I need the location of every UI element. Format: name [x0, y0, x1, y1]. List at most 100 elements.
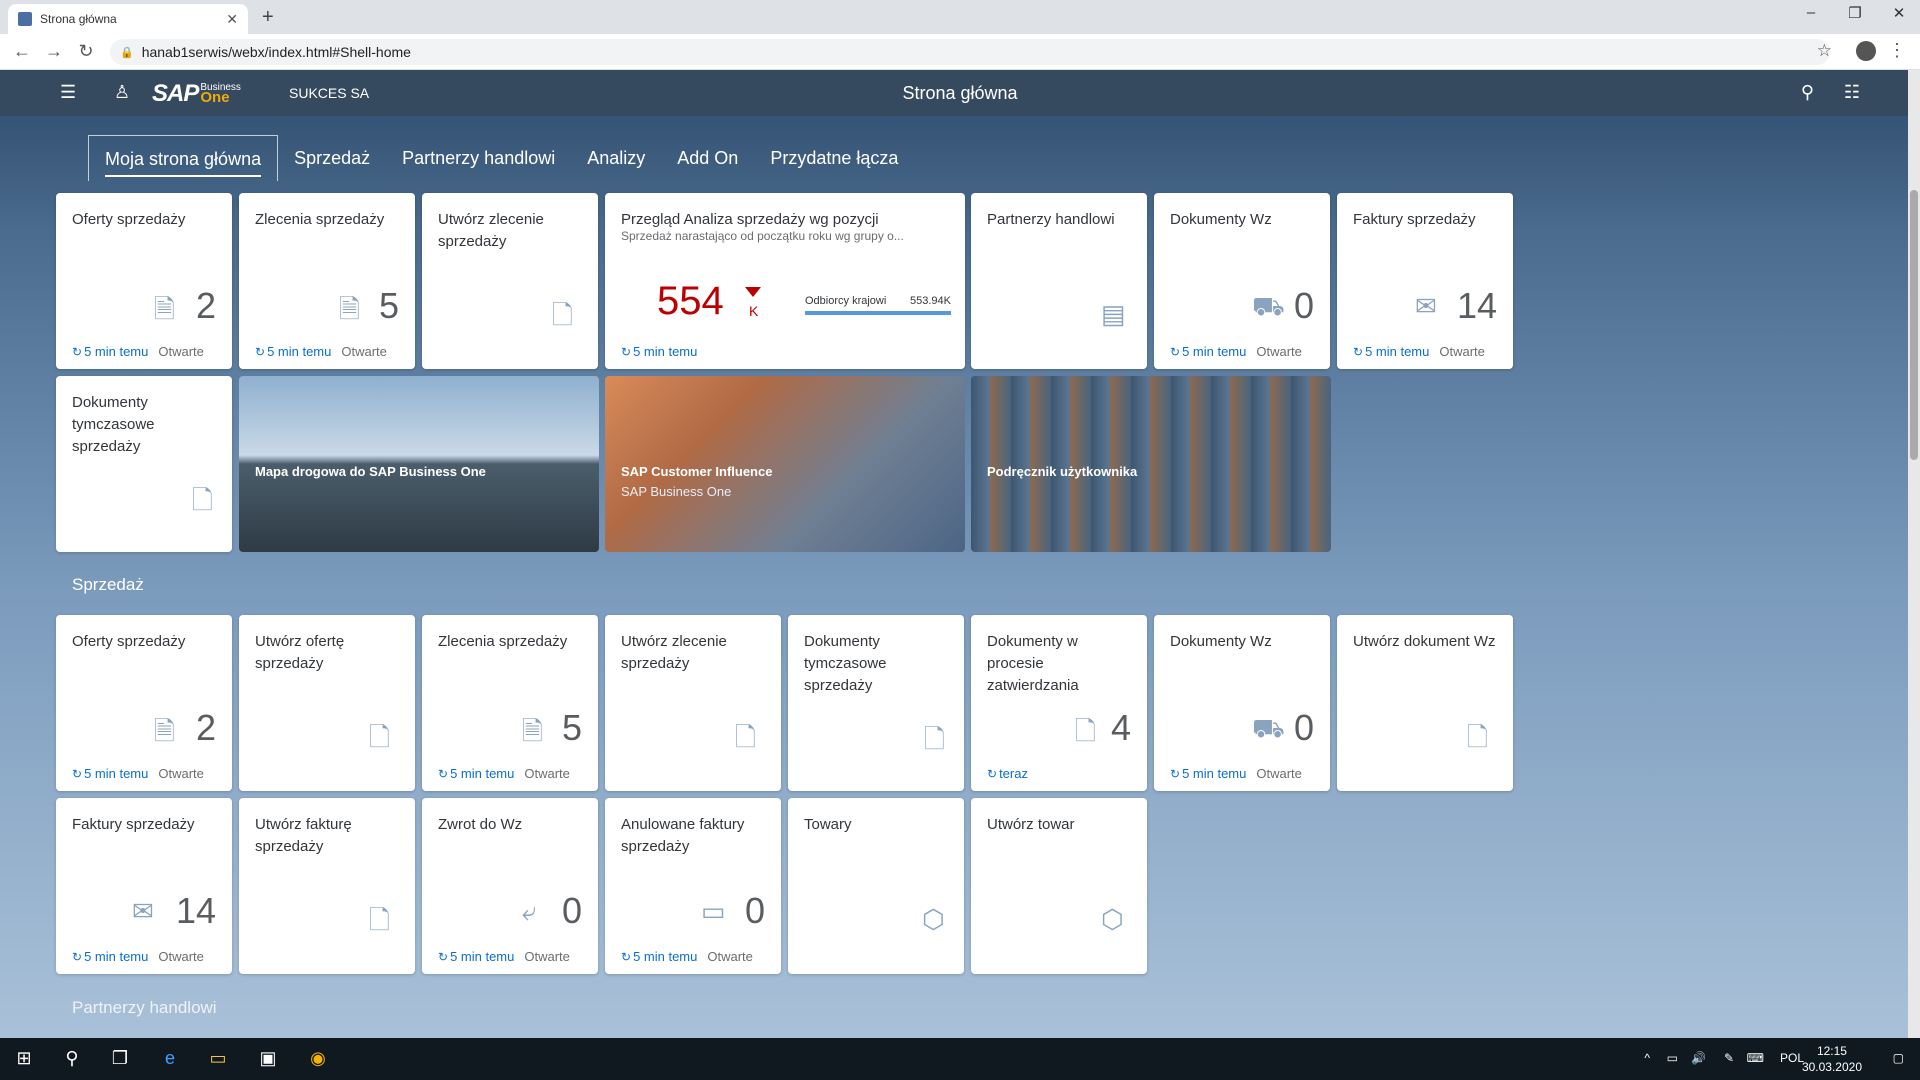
tile-title: Dokumenty Wz	[1170, 633, 1272, 650]
edge-browser-icon[interactable]: e	[158, 1048, 182, 1069]
menu-kebab-icon[interactable]: ⋮	[1888, 40, 1906, 61]
tile-title: Utwórz zlecenie sprzedaży	[621, 633, 727, 672]
tray-chevron-icon[interactable]: ^	[1644, 1051, 1650, 1065]
lock-icon: 🔒	[120, 46, 134, 59]
tile-user-guide[interactable]: Podręcznik użytkownika	[971, 376, 1331, 552]
refresh-text: 5 min temu	[84, 766, 149, 781]
truck-icon: ⛟	[1252, 291, 1285, 321]
kpi-bar	[805, 311, 951, 315]
forward-icon[interactable]: →	[42, 41, 66, 62]
tile-sales-orders[interactable]: Zlecenia sprzedaży 🗎 5 ↻ 5 min temu Otwart…	[239, 193, 415, 369]
tile-sales-orders[interactable]: Zlecenia sprzedaży 🗎 5 ↻ 5 min temu Otwart…	[422, 615, 598, 791]
url-text: hanab1serwis/webx/index.html#Shell-home	[141, 44, 411, 60]
refresh-text: 5 min temu	[633, 344, 698, 359]
bookmark-star-icon[interactable]: ☆	[1817, 41, 1832, 61]
pen-icon[interactable]: ✎	[1724, 1051, 1734, 1065]
tile-customer-influence[interactable]: SAP Customer Influence SAP Business One	[605, 376, 965, 552]
add-document-icon: 🗋	[369, 905, 390, 935]
new-tab-icon[interactable]: +	[262, 6, 274, 29]
refresh-icon: ↻	[438, 767, 449, 781]
bar-value: 553.94K	[910, 295, 951, 307]
tile-items[interactable]: Towary ⬡	[788, 798, 964, 974]
tile-invoices[interactable]: Faktury sprzedaży ✉ 14 ↻ 5 min temu Otwart…	[56, 798, 232, 974]
tile-title: Utwórz zlecenie sprzedaży	[438, 211, 544, 250]
tile-returns[interactable]: Zwrot do Wz ⤶ 0 ↻ 5 min temu Otwarte	[422, 798, 598, 974]
tile-deliveries[interactable]: Dokumenty Wz ⛟ 0 ↻ 5 min temu Otwarte	[1154, 193, 1330, 369]
minimize-icon[interactable]: –	[1796, 4, 1826, 21]
tile-subcaption: SAP Business One	[621, 484, 732, 499]
tab-sales[interactable]: Sprzedaż	[278, 135, 386, 181]
tile-draft-documents[interactable]: Dokumenty tymczasowe sprzedaży 🗋	[788, 615, 964, 791]
launchpad: ☰ ♙ SAP Business One SUKCES SA Strona głó…	[0, 70, 1920, 1038]
refresh-icon: ↻	[1353, 345, 1364, 359]
account-icon[interactable]	[1856, 41, 1876, 61]
tile-title: Dokumenty w procesie zatwierdzania	[987, 633, 1079, 694]
refresh-icon: ↻	[1170, 767, 1181, 781]
tile-create-delivery[interactable]: Utwórz dokument Wz 🗋	[1337, 615, 1513, 791]
add-document-icon: 🗋	[552, 300, 573, 330]
tile-count: 0	[1293, 285, 1314, 326]
tile-create-sales-order[interactable]: Utwórz zlecenie sprzedaży 🗋	[605, 615, 781, 791]
reload-icon[interactable]: ↻	[74, 41, 98, 62]
tile-business-partners[interactable]: Partnerzy handlowi ▤	[971, 193, 1147, 369]
back-icon[interactable]: ←	[10, 41, 34, 62]
tile-title: Towary	[804, 816, 852, 833]
windows-taskbar: ⊞ ⚲ ❐ e ▭ ▣ ◉ ^ ▭ 🔊 ✎ ⌨ POL 12:15 30.03.…	[0, 1038, 1920, 1080]
tile-sales-analysis[interactable]: Przegląd Analiza sprzedaży wg pozycji Sp…	[605, 193, 965, 369]
tab-partners[interactable]: Partnerzy handlowi	[386, 135, 571, 181]
tile-create-sales-order[interactable]: Utwórz zlecenie sprzedaży 🗋	[422, 193, 598, 369]
tile-sales-quotations[interactable]: Oferty sprzedaży 🗎 2 ↻ 5 min temu Otwarte	[56, 193, 232, 369]
browser-tab[interactable]: Strona główna ✕	[8, 4, 248, 34]
keyboard-icon[interactable]: ⌨	[1747, 1051, 1764, 1065]
notifications-icon[interactable]: ☷	[1844, 82, 1860, 103]
status-text: Otwarte	[1256, 766, 1302, 781]
close-window-icon[interactable]: ✕	[1884, 4, 1914, 22]
tab-analytics[interactable]: Analizy	[571, 135, 661, 181]
close-tab-icon[interactable]: ✕	[226, 11, 238, 28]
tile-create-invoice[interactable]: Utwórz fakturę sprzedaży 🗋	[239, 798, 415, 974]
language-indicator[interactable]: POL	[1780, 1051, 1804, 1065]
refresh-text: 5 min temu	[84, 949, 149, 964]
task-view-icon[interactable]: ❐	[108, 1048, 132, 1069]
browser-tabstrip: Strona główna ✕ + – ❐ ✕	[0, 0, 1920, 34]
volume-icon[interactable]: 🔊	[1691, 1051, 1706, 1065]
refresh-icon: ↻	[72, 345, 83, 359]
page-scrollbar[interactable]	[1908, 70, 1920, 1038]
tile-sales-quotations[interactable]: Oferty sprzedaży 🗎 2 ↻ 5 min temu Otwarte	[56, 615, 232, 791]
url-field[interactable]: 🔒 hanab1serwis/webx/index.html#Shell-hom…	[110, 39, 1830, 65]
tile-cancelled-invoices[interactable]: Anulowane faktury sprzedaży ▭ 0 ↻ 5 min t…	[605, 798, 781, 974]
tab-links[interactable]: Przydatne łącza	[754, 135, 914, 181]
windows-start-icon[interactable]: ⊞	[12, 1048, 36, 1069]
scrollbar-thumb[interactable]	[1910, 190, 1918, 460]
tile-title: Dokumenty tymczasowe sprzedaży	[804, 633, 887, 694]
tile-count: 2	[195, 285, 216, 326]
tile-count: 4	[1110, 707, 1131, 748]
tile-invoices[interactable]: Faktury sprzedaży ✉ 14 ↻ 5 min temu Otwart…	[1337, 193, 1513, 369]
add-document-icon: 🗋	[1467, 722, 1488, 752]
tile-caption: Mapa drogowa do SAP Business One	[255, 464, 486, 479]
tile-title: Oferty sprzedaży	[72, 633, 186, 650]
tile-create-item[interactable]: Utwórz towar ⬡	[971, 798, 1147, 974]
tile-count: 5	[378, 285, 399, 326]
tile-create-quotation[interactable]: Utwórz ofertę sprzedaży 🗋	[239, 615, 415, 791]
tab-addon[interactable]: Add On	[661, 135, 754, 181]
tile-title: Dokumenty Wz	[1170, 211, 1272, 228]
chrome-icon[interactable]: ◉	[306, 1048, 330, 1069]
tile-approval-documents[interactable]: Dokumenty w procesie zatwierdzania 🗋 4 ↻…	[971, 615, 1147, 791]
tile-count: 5	[561, 707, 582, 748]
file-explorer-icon[interactable]: ▭	[206, 1048, 230, 1069]
tile-deliveries[interactable]: Dokumenty Wz ⛟ 0 ↻ 5 min temu Otwarte	[1154, 615, 1330, 791]
network-icon[interactable]: ▭	[1667, 1051, 1678, 1065]
app-icon[interactable]: ▣	[256, 1048, 280, 1069]
search-icon[interactable]: ⚲	[60, 1048, 84, 1069]
clock[interactable]: 12:15 30.03.2020	[1802, 1043, 1862, 1075]
refresh-icon: ↻	[621, 950, 632, 964]
tab-home[interactable]: Moja strona główna	[88, 135, 279, 181]
search-icon[interactable]: ⚲	[1801, 82, 1814, 103]
tile-title: Utwórz ofertę sprzedaży	[255, 633, 345, 672]
add-document-icon: 🗋	[369, 722, 390, 752]
tile-draft-documents[interactable]: Dokumenty tymczasowe sprzedaży 🗋	[56, 376, 232, 552]
restore-icon[interactable]: ❐	[1840, 4, 1870, 22]
action-center-icon[interactable]: ▢	[1893, 1051, 1904, 1065]
tile-roadmap[interactable]: Mapa drogowa do SAP Business One	[239, 376, 599, 552]
